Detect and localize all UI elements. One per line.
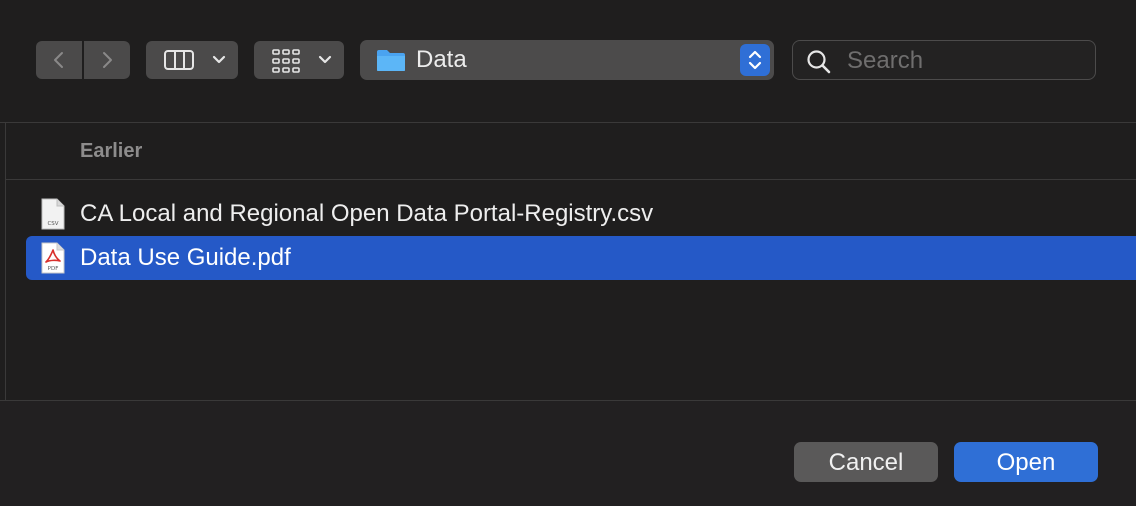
location-popup[interactable]: Data <box>360 40 774 80</box>
up-down-chevron-icon <box>748 50 762 70</box>
file-name: Data Use Guide.pdf <box>80 244 291 271</box>
search-field[interactable] <box>792 40 1096 80</box>
open-file-dialog: Data Earlier CSV <box>0 0 1136 506</box>
file-name: CA Local and Regional Open Data Portal-R… <box>80 200 654 227</box>
chevron-down-icon <box>318 55 332 64</box>
chevron-left-icon <box>54 52 63 68</box>
pdf-badge: PDF <box>48 266 59 272</box>
forward-button[interactable] <box>84 41 130 79</box>
columns-icon <box>164 50 194 70</box>
toolbar: Data <box>0 0 1136 122</box>
location-stepper[interactable] <box>740 44 770 76</box>
file-row-pdf[interactable]: PDF Data Use Guide.pdf <box>26 236 1136 280</box>
section-header-earlier: Earlier <box>80 140 143 162</box>
csv-badge: CSV <box>47 221 58 227</box>
csv-file-icon: CSV <box>41 198 65 230</box>
folder-icon <box>377 50 405 71</box>
search-input[interactable] <box>845 45 1089 77</box>
footer: Cancel Open <box>0 401 1136 506</box>
search-icon <box>807 50 831 74</box>
grid-icon <box>272 49 300 73</box>
chevron-down-icon <box>212 55 226 64</box>
section-divider <box>6 179 1136 180</box>
file-row-csv[interactable]: CSV CA Local and Regional Open Data Port… <box>26 192 1136 236</box>
open-button[interactable]: Open <box>954 442 1098 482</box>
icon-view-button[interactable] <box>254 41 344 79</box>
pdf-file-icon: PDF <box>41 242 65 274</box>
back-button[interactable] <box>36 41 82 79</box>
sidebar-edge <box>5 123 6 400</box>
chevron-right-icon <box>103 52 112 68</box>
column-view-button[interactable] <box>146 41 238 79</box>
location-label: Data <box>416 46 467 73</box>
file-browser: Earlier CSV CA Local and Regional Open D… <box>0 123 1136 400</box>
cancel-button[interactable]: Cancel <box>794 442 938 482</box>
